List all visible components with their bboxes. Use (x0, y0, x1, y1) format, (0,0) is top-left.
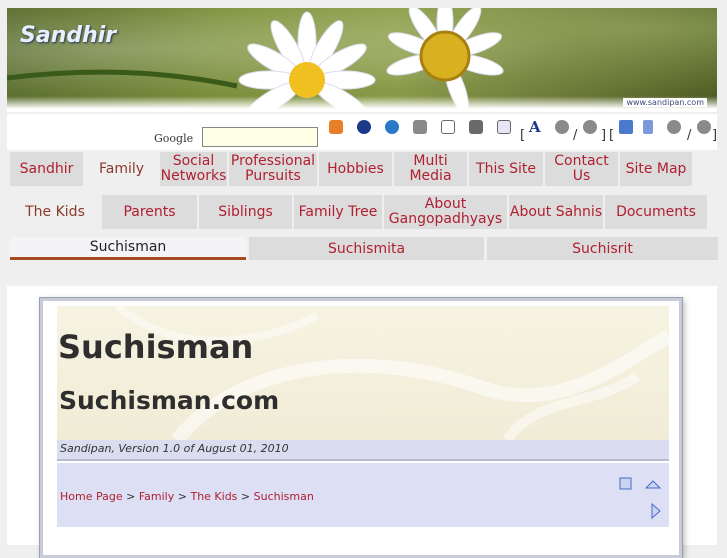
kids-tabs: Suchisman Suchismita Suchisrit (10, 237, 718, 260)
refresh-icon[interactable] (385, 120, 399, 134)
tab-suchisrit[interactable]: Suchisrit (487, 237, 718, 260)
site-logo[interactable]: Sandhir (20, 23, 116, 48)
nav-contact-us[interactable]: Contact Us (545, 152, 618, 186)
decorative-swirl (114, 306, 669, 440)
breadcrumb-sep: > (177, 490, 187, 503)
slash-2: / (687, 128, 692, 143)
speed-down-icon[interactable] (697, 120, 711, 134)
nav-site-map[interactable]: Site Map (620, 152, 692, 186)
bracket-close-2: ] (712, 128, 718, 143)
speed-up-icon[interactable] (667, 120, 681, 134)
scroll-down-icon[interactable] (619, 120, 633, 134)
font-size-icon[interactable]: A (529, 118, 541, 136)
breadcrumb: Home Page > Family > The Kids > Suchisma… (60, 490, 314, 503)
slash-1: / (573, 128, 578, 143)
breadcrumb-family[interactable]: Family (139, 490, 174, 503)
subnav-about-gangopadhyays[interactable]: About Gangopadhyays (384, 195, 507, 229)
nav-professional-pursuits[interactable]: Professional Pursuits (229, 152, 317, 186)
bracket-close-1: ] (601, 128, 607, 143)
nav-this-site[interactable]: This Site (469, 152, 543, 186)
breadcrumb-sep: > (126, 490, 136, 503)
email-icon[interactable] (441, 120, 455, 134)
site-banner: Sandhir www.sandipan.com (7, 8, 717, 112)
print-icon[interactable] (413, 120, 427, 134)
nav-family[interactable]: Family (85, 152, 158, 186)
scroll-top-icon[interactable] (645, 478, 661, 490)
google-label: Google (154, 132, 194, 145)
subnav-about-sahnis[interactable]: About Sahnis (509, 195, 603, 229)
nav-hobbies[interactable]: Hobbies (319, 152, 392, 186)
nav-sandhir[interactable]: Sandhir (10, 152, 83, 186)
toolbar: Google [ A / ] [ / ] (7, 114, 717, 150)
breadcrumb-suchisman: Suchisman (253, 490, 314, 503)
rss-icon[interactable] (329, 120, 343, 134)
contact-card-icon[interactable] (497, 120, 511, 134)
pause-icon[interactable] (643, 120, 653, 134)
subnav-parents[interactable]: Parents (102, 195, 197, 229)
page-title: Suchisman (58, 328, 254, 366)
nav-social-networks[interactable]: Social Networks (160, 152, 227, 186)
breadcrumb-home[interactable]: Home Page (60, 490, 123, 503)
decrease-font-icon[interactable] (555, 120, 569, 134)
banner-url: www.sandipan.com (623, 98, 707, 107)
nav-multi-media[interactable]: Multi Media (394, 152, 467, 186)
subnav-the-kids[interactable]: The Kids (10, 195, 100, 229)
breadcrumb-bar: Home Page > Family > The Kids > Suchisma… (57, 463, 669, 527)
help-icon[interactable] (357, 120, 371, 134)
search-input[interactable] (202, 127, 318, 147)
subnav-documents[interactable]: Documents (605, 195, 707, 229)
increase-font-icon[interactable] (583, 120, 597, 134)
network-icon[interactable] (469, 120, 483, 134)
title-panel: Suchisman Suchisman.com (57, 306, 669, 440)
main-nav: Sandhir Family Social Networks Professio… (10, 152, 692, 186)
banner-fade (7, 96, 717, 112)
subnav-siblings[interactable]: Siblings (199, 195, 292, 229)
tab-suchisman[interactable]: Suchisman (10, 237, 246, 260)
subnav-family-tree[interactable]: Family Tree (294, 195, 382, 229)
next-page-icon[interactable] (650, 503, 662, 519)
breadcrumb-the-kids[interactable]: The Kids (190, 490, 237, 503)
breadcrumb-sep: > (240, 490, 251, 503)
family-subnav: The Kids Parents Siblings Family Tree Ab… (10, 195, 707, 229)
bookmark-icon[interactable] (619, 477, 633, 491)
page-subtitle: Suchisman.com (59, 386, 280, 415)
bracket-open: [ (520, 128, 526, 143)
tab-suchismita[interactable]: Suchismita (249, 237, 484, 260)
bracket-open-2: [ (609, 128, 615, 143)
version-note: Sandipan, Version 1.0 of August 01, 2010 (57, 440, 669, 461)
